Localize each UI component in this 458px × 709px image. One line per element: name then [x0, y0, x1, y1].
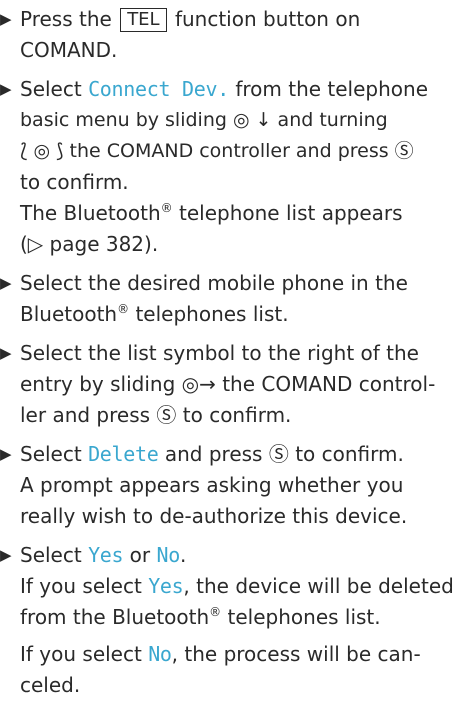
registered-mark: ® — [160, 201, 173, 215]
step-1: ▶ Press the TEL function button on COMAN… — [0, 4, 458, 66]
bullet-arrow-icon: ▶ — [0, 445, 12, 463]
bullet-arrow-icon: ▶ — [0, 10, 12, 28]
bullet-arrow-icon: ▶ — [0, 80, 12, 98]
step-2-line-3: ⟅ ◎ ⟆ the COMAND controller and press Ⓢ — [20, 140, 414, 162]
step-1-line-2: COMAND. — [20, 38, 118, 62]
step-5-line-2: A prompt appears asking whether you — [20, 473, 404, 497]
step-2-line-4: to confirm. — [20, 170, 129, 194]
menu-item-connect-dev: Connect Dev. — [88, 77, 229, 101]
step-3-line-2: Bluetooth® telephones list. — [20, 302, 289, 326]
menu-item-no: No — [156, 543, 180, 567]
menu-item-yes: Yes — [88, 543, 124, 567]
step-5-line-1: Select Delete and press Ⓢ to confirm. — [20, 442, 404, 466]
step-6: ▶ Select Yes or No. If you select Yes, t… — [0, 540, 458, 701]
step-5-line-3: really wish to de-authorize this device. — [20, 504, 408, 528]
tel-key-label: TEL — [120, 8, 167, 32]
step-4: ▶ Select the list symbol to the right of… — [0, 338, 458, 431]
step-2-line-2: basic menu by sliding ◎ ↓ and turning — [20, 109, 388, 131]
bullet-arrow-icon: ▶ — [0, 546, 12, 564]
step-6-line-5: celed. — [20, 673, 81, 697]
bullet-arrow-icon: ▶ — [0, 274, 12, 292]
registered-mark: ® — [117, 302, 130, 316]
step-4-line-3: ler and press Ⓢ to confirm. — [20, 403, 292, 427]
step-2: ▶ Select Connect Dev. from the telephone… — [0, 74, 458, 260]
step-6-line-3: from the Bluetooth® telephones list. — [20, 605, 381, 629]
step-1-line-1: Press the TEL function button on — [20, 7, 361, 32]
step-6-line-4: If you select No, the process will be ca… — [20, 642, 421, 666]
registered-mark: ® — [209, 605, 222, 619]
step-4-line-1: Select the list symbol to the right of t… — [20, 341, 419, 365]
step-4-line-2: entry by sliding ◎→ the COMAND control- — [20, 372, 436, 396]
step-6-line-2: If you select Yes, the device will be de… — [20, 574, 454, 598]
step-2-line-6: (▷ page 382). — [20, 232, 159, 256]
step-2-line-5: The Bluetooth® telephone list appears — [20, 201, 403, 225]
step-3: ▶ Select the desired mobile phone in the… — [0, 268, 458, 330]
bullet-arrow-icon: ▶ — [0, 344, 12, 362]
step-6-line-1: Select Yes or No. — [20, 543, 187, 567]
menu-item-no: No — [148, 642, 172, 666]
step-3-line-1: Select the desired mobile phone in the — [20, 271, 408, 295]
menu-item-yes: Yes — [148, 574, 184, 598]
step-5: ▶ Select Delete and press Ⓢ to confirm. … — [0, 439, 458, 532]
instruction-page: ▶ Press the TEL function button on COMAN… — [0, 4, 458, 709]
menu-item-delete: Delete — [88, 442, 159, 466]
step-2-line-1: Select Connect Dev. from the telephone — [20, 77, 429, 101]
